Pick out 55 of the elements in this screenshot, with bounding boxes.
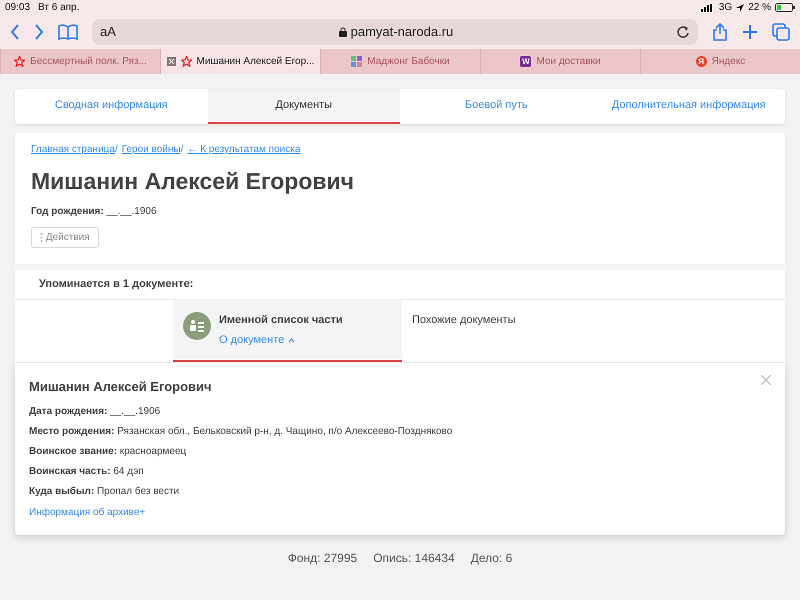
signal-icon: [700, 4, 715, 12]
tabs-icon[interactable]: [772, 23, 790, 41]
birth-year: Год рождения: __.__.1906: [31, 205, 158, 219]
text-size-button[interactable]: aA: [100, 22, 116, 42]
page-tab[interactable]: Документы: [208, 89, 400, 124]
person-name: Мишанин Алексей Егорович: [31, 166, 355, 196]
browser-tab[interactable]: W Мои доставки: [480, 49, 640, 74]
popup-title: Мишанин Алексей Егорович: [29, 378, 212, 396]
info-line: Место рождения: Рязанская обл., Бельковский р-н, д. Чащино, п/о Алексеево-Поздняково: [29, 425, 454, 439]
close-icon[interactable]: [761, 374, 771, 384]
archive-info-link[interactable]: Информация об архиве+: [29, 507, 146, 518]
document-tab[interactable]: Именной список части О документе: [173, 300, 402, 362]
breadcrumb-link[interactable]: Герои войны: [122, 144, 181, 155]
battery-icon: [775, 3, 795, 12]
info-line: Куда выбыл: Пропал без вести: [29, 485, 180, 499]
chevron-up-icon: [288, 338, 296, 343]
status-time: 09:03: [5, 1, 30, 15]
about-document-link[interactable]: О документе: [219, 332, 296, 348]
info-line: Воинская часть: 64 дэп: [29, 465, 145, 479]
browser-tab[interactable]: Мишанин Алексей Егор...: [160, 49, 320, 74]
page-tab[interactable]: Сводная информация: [15, 89, 208, 124]
star-icon: [180, 56, 192, 67]
info-line: Дата рождения: __.__.1906: [29, 405, 162, 419]
tiles-icon: [351, 56, 362, 67]
back-icon[interactable]: [10, 24, 20, 40]
breadcrumb-separator: /: [114, 144, 118, 155]
browser-tab[interactable]: Маджонг Бабочки: [320, 49, 480, 74]
dots-icon: [40, 232, 43, 242]
browser-tab[interactable]: Я Яндекс: [640, 49, 800, 74]
actions-button[interactable]: Действия: [31, 227, 99, 248]
page-tab[interactable]: Дополнительная информация: [592, 89, 785, 124]
breadcrumb-separator: /: [180, 144, 184, 155]
site-logo: Я: [696, 56, 707, 67]
new-tab-icon[interactable]: [742, 24, 758, 40]
address-text[interactable]: pamyat-naroda.ru: [350, 22, 454, 42]
reload-icon[interactable]: [676, 25, 690, 39]
breadcrumb-link[interactable]: Главная страница: [31, 144, 115, 155]
forward-icon[interactable]: [34, 24, 44, 40]
star-icon: [14, 56, 26, 67]
archive-reference: Опись: 146434: [373, 550, 455, 566]
info-line: Воинское звание: красноармеец: [29, 445, 188, 459]
status-date: Вт 6 апр.: [38, 1, 80, 15]
breadcrumb-link[interactable]: ← К результатам поиска: [187, 144, 300, 155]
site-logo: W: [520, 56, 532, 67]
document-list-icon: [183, 312, 211, 340]
bookmarks-icon[interactable]: [58, 24, 78, 40]
battery-percent: 22 %: [748, 1, 771, 15]
archive-reference: Дело: 6: [470, 550, 512, 566]
share-icon[interactable]: [712, 23, 728, 41]
lock-icon: [338, 27, 347, 37]
document-tab[interactable]: Похожие документы: [402, 300, 631, 362]
network-label: 3G: [718, 1, 732, 15]
archive-reference: Фонд: 27995: [288, 550, 358, 566]
location-icon: [736, 4, 744, 12]
page-tab[interactable]: Боевой путь: [400, 89, 592, 124]
